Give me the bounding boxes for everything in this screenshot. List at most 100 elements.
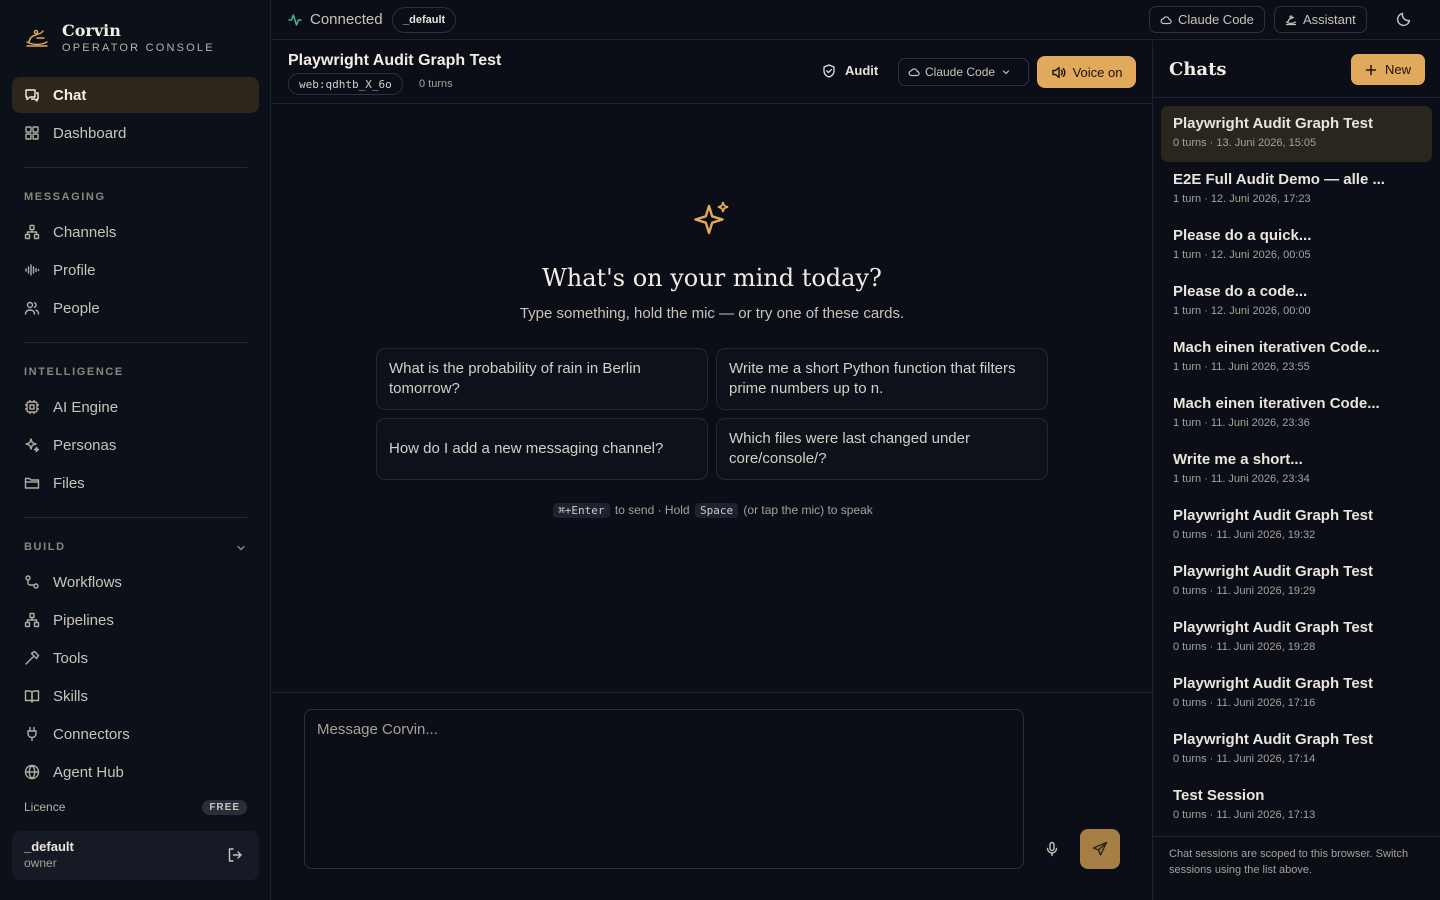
chat-item-meta: 0 turns · 11. Juni 2026, 19:32 [1173,529,1316,541]
licence-label: Licence [24,800,66,814]
nav-item-skills[interactable]: Skills [12,678,259,714]
section-label-messaging: MESSAGING [24,191,106,203]
workspace-pill[interactable]: _default [392,7,457,33]
chat-item-meta: 0 turns · 11. Juni 2026, 19:29 [1173,585,1316,597]
chat-item-meta: 0 turns · 11. Juni 2026, 19:28 [1173,641,1316,653]
chat-header: Playwright Audit Graph Test web:qdhtb_X_… [272,41,1152,104]
session-id-pill: web:qdhtb_X_6o [288,73,403,95]
chat-list-item[interactable]: Mach einen iterativen Code... 1 turn · 11… [1161,330,1432,386]
section-label-build: BUILD [24,541,66,553]
nav-item-label: Skills [53,687,89,705]
sparkles-icon [692,200,732,240]
suggestion-card[interactable]: How do I add a new messaging channel? [376,418,708,480]
chevron-down-icon[interactable] [235,542,247,554]
mic-icon[interactable] [1044,841,1060,857]
voice-label: Voice on [1072,64,1123,80]
nav-item-label: Chat [53,86,87,104]
chat-item-title: Playwright Audit Graph Test [1173,675,1374,692]
new-chat-label: New [1384,62,1411,77]
nav-item-label: Profile [53,261,96,279]
nav-item-people[interactable]: People [12,290,259,326]
chat-item-title: Mach einen iterativen Code... [1173,395,1380,412]
activity-icon [288,13,302,27]
chat-item-title: Playwright Audit Graph Test [1173,115,1374,132]
plug-icon [24,726,40,742]
nav-item-agent-hub[interactable]: Agent Hub [12,754,259,790]
chat-list-item[interactable]: Test Session 0 turns · 11. Juni 2026, 17:… [1161,778,1432,834]
licence-row: Licence FREE [24,798,247,816]
nav-item-chat[interactable]: Chat [12,77,259,113]
nav-item-ai-engine[interactable]: AI Engine [12,389,259,425]
hammer-icon [24,650,40,666]
empty-state-headline: What's on your mind today? [542,264,882,292]
brand[interactable]: Corvin OPERATOR CONSOLE [24,20,215,56]
chat-list-item[interactable]: Playwright Audit Graph Test 0 turns · 11.… [1161,498,1432,554]
chat-item-title: Test Session [1173,787,1265,804]
nav-item-personas[interactable]: Personas [12,427,259,463]
assistant-button[interactable]: Assistant [1274,6,1367,33]
send-button[interactable] [1080,829,1120,869]
chat-item-title: Playwright Audit Graph Test [1173,731,1374,748]
nav-item-tools[interactable]: Tools [12,640,259,676]
chat-list-item[interactable]: Playwright Audit Graph Test 0 turns · 11.… [1161,610,1432,666]
new-chat-button[interactable]: New [1351,54,1425,85]
suggestion-card[interactable]: Write me a short Python function that fi… [716,348,1048,410]
message-input[interactable] [304,709,1024,869]
model-select[interactable]: Claude Code [898,58,1029,86]
cloud-icon [1160,14,1172,26]
suggestion-card[interactable]: Which files were last changed under core… [716,418,1048,480]
chat-list-item[interactable]: Playwright Audit Graph Test 0 turns · 13.… [1161,106,1432,162]
chat-list-item[interactable]: E2E Full Audit Demo — alle ... 1 turn · 1… [1161,162,1432,218]
nav-item-label: People [53,299,100,317]
chat-icon [24,87,40,103]
chats-panel: Chats New Playwright Audit Graph Test 0 t… [1152,41,1440,900]
nav-item-connectors[interactable]: Connectors [12,716,259,752]
turn-count: 0 turns [419,78,453,90]
engine-button[interactable]: Claude Code [1149,6,1265,33]
sidebar-divider [24,517,247,518]
chat-item-meta: 0 turns · 11. Juni 2026, 17:13 [1173,809,1316,821]
nav-item-dashboard[interactable]: Dashboard [12,115,259,151]
chat-item-title: Playwright Audit Graph Test [1173,619,1374,636]
chat-item-title: Please do a code... [1173,283,1308,300]
nav-item-profile[interactable]: Profile [12,252,259,288]
nav-item-label: Files [53,474,85,492]
moon-icon[interactable] [1396,11,1412,27]
channels-icon [24,224,40,240]
nav-item-channels[interactable]: Channels [12,214,259,250]
empty-state-subline: Type something, hold the mic — or try on… [519,305,905,322]
brand-title: Corvin [62,20,121,40]
model-select-value: Claude Code [925,65,996,79]
keyboard-hint: ⌘+Enter to send · Hold Space (or tap the… [272,503,1152,518]
shield-check-icon [822,63,836,78]
chat-item-meta: 0 turns · 13. Juni 2026, 15:05 [1173,137,1317,149]
chat-list-item[interactable]: Mach einen iterativen Code... 1 turn · 11… [1161,386,1432,442]
status-text: Connected [310,11,383,28]
corvin-logo-icon [24,25,50,51]
chat-list-item[interactable]: Write me a short... 1 turn · 11. Juni 202… [1161,442,1432,498]
chat-item-meta: 1 turn · 12. Juni 2026, 00:00 [1173,305,1311,317]
chat-list-item[interactable]: Please do a code... 1 turn · 12. Juni 202… [1161,274,1432,330]
chat-list-item[interactable]: Playwright Audit Graph Test 0 turns · 11.… [1161,722,1432,778]
personas-icon [24,437,40,453]
assistant-icon [1285,14,1297,26]
nav-item-workflows[interactable]: Workflows [12,564,259,600]
nav-item-files[interactable]: Files [12,465,259,501]
nav-item-label: Tools [53,649,89,667]
chat-list-item[interactable]: Playwright Audit Graph Test 0 turns · 11.… [1161,554,1432,610]
audit-button[interactable]: Audit [822,63,878,78]
voice-toggle-button[interactable]: Voice on [1037,56,1136,88]
chat-item-title: Mach einen iterativen Code... [1173,339,1380,356]
chat-item-meta: 1 turn · 12. Juni 2026, 17:23 [1173,193,1311,205]
nav-item-pipelines[interactable]: Pipelines [12,602,259,638]
chat-list-item[interactable]: Playwright Audit Graph Test 0 turns · 11.… [1161,666,1432,722]
hint-text: to send · Hold [614,503,690,517]
logout-icon[interactable] [227,847,243,863]
suggestion-card[interactable]: What is the probability of rain in Berli… [376,348,708,410]
send-icon [1092,841,1108,857]
section-label-intelligence: INTELLIGENCE [24,366,124,378]
nav-item-label: Dashboard [53,124,127,142]
licence-badge: FREE [202,799,247,815]
chat-list-item[interactable]: Please do a quick... 1 turn · 12. Juni 20… [1161,218,1432,274]
chat-item-meta: 1 turn · 11. Juni 2026, 23:36 [1173,417,1310,429]
